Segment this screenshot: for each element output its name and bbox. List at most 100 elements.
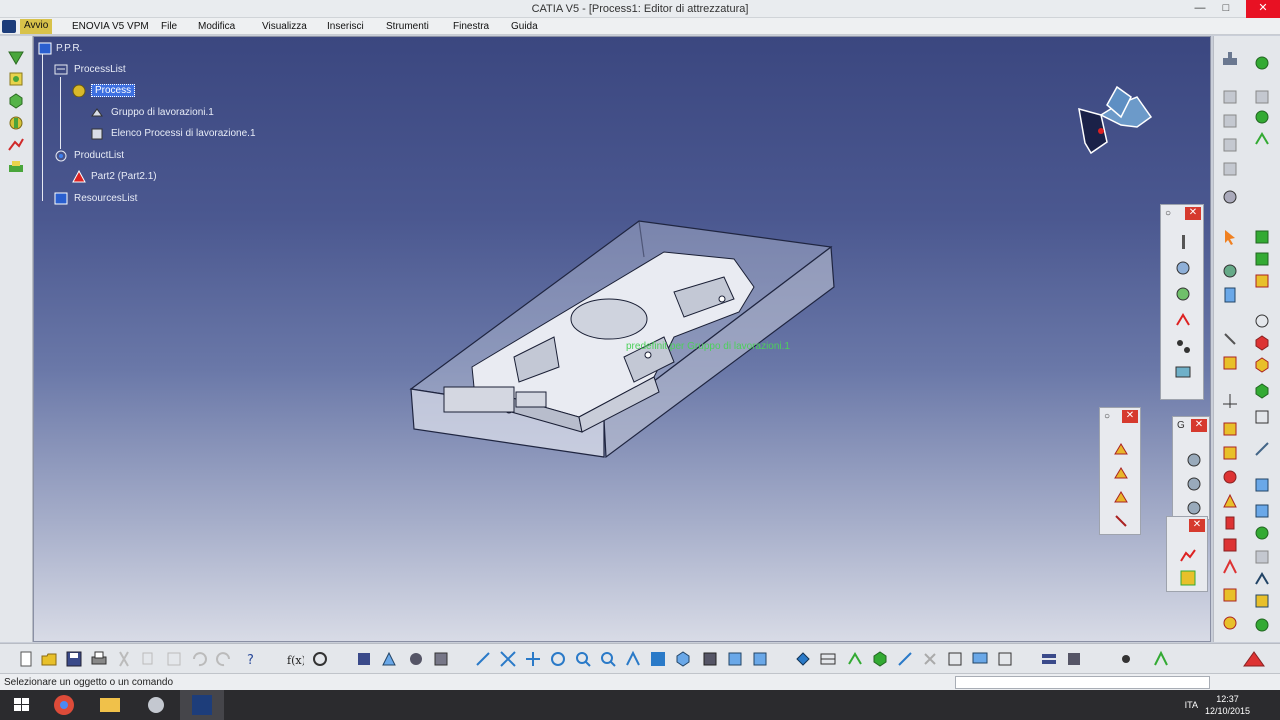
shape-4-icon[interactable] xyxy=(1221,614,1239,632)
redo-icon[interactable] xyxy=(215,650,233,668)
solid-2-icon[interactable] xyxy=(1253,356,1271,374)
shape-3-icon[interactable] xyxy=(1221,586,1239,604)
machine-icon[interactable] xyxy=(7,70,25,88)
toolpath-icon[interactable] xyxy=(7,136,25,154)
tool-path-3-icon[interactable] xyxy=(1253,108,1271,126)
link-icon[interactable] xyxy=(896,650,914,668)
tree-item-process[interactable]: Process xyxy=(91,84,136,97)
3d-viewport[interactable]: P.P.R. ProcessList Process Gruppo di lav… xyxy=(33,36,1211,642)
ppr-icon[interactable] xyxy=(38,42,52,55)
tree-item-resources-list[interactable]: ResourcesList xyxy=(74,193,137,204)
windows-start-icon[interactable] xyxy=(0,690,44,720)
zoom-in-icon[interactable] xyxy=(574,650,592,668)
iso-view-icon[interactable] xyxy=(674,650,692,668)
geometry-2-icon[interactable] xyxy=(1185,475,1203,493)
solid-1-icon[interactable] xyxy=(1253,334,1271,352)
menu-enovia[interactable]: ENOVIA V5 VPM xyxy=(72,21,149,32)
maximize-button[interactable]: □ xyxy=(1214,0,1238,18)
cone-icon[interactable] xyxy=(1221,492,1239,510)
product-list-icon[interactable] xyxy=(54,149,68,162)
tree-item-process-elements[interactable]: Elenco Processi di lavorazione.1 xyxy=(111,128,256,139)
solid-3-icon[interactable] xyxy=(1253,382,1271,400)
process-elements-icon[interactable] xyxy=(90,127,104,140)
delete-icon[interactable] xyxy=(921,650,939,668)
drilling-icon[interactable] xyxy=(1174,233,1192,251)
print-icon[interactable] xyxy=(90,650,108,668)
grid-icon[interactable] xyxy=(1253,272,1271,290)
measure-7-icon[interactable] xyxy=(1253,616,1271,634)
save-icon[interactable] xyxy=(65,650,83,668)
tool-path-4-icon[interactable] xyxy=(1253,130,1271,148)
analysis-2-icon[interactable] xyxy=(1179,569,1197,587)
swap-space-icon[interactable] xyxy=(751,650,769,668)
display-mode-2-icon[interactable] xyxy=(380,650,398,668)
minimize-button[interactable]: — xyxy=(1188,0,1212,18)
output-icon[interactable] xyxy=(846,650,864,668)
surface-1-icon[interactable] xyxy=(1253,228,1271,246)
shape-2-icon[interactable] xyxy=(1221,558,1239,576)
menu-modifica[interactable]: Modifica xyxy=(198,21,235,32)
file-explorer-icon[interactable] xyxy=(88,690,132,720)
toolbar-close-button[interactable]: ✕ xyxy=(1191,419,1207,432)
sphere-icon[interactable] xyxy=(1221,468,1239,486)
screen-icon[interactable] xyxy=(971,650,989,668)
surface-2-icon[interactable] xyxy=(1253,250,1271,268)
multi-view-icon[interactable] xyxy=(649,650,667,668)
material-icon[interactable] xyxy=(871,650,889,668)
sketch-icon[interactable] xyxy=(1253,312,1271,330)
new-file-icon[interactable] xyxy=(17,650,35,668)
toolbar-close-button[interactable]: ✕ xyxy=(1189,519,1205,532)
input-language[interactable]: ITA xyxy=(1185,700,1198,710)
simulation-icon[interactable] xyxy=(794,650,812,668)
analysis-1-icon[interactable] xyxy=(1179,547,1197,565)
process-list-icon[interactable] xyxy=(54,63,68,76)
chrome-icon[interactable] xyxy=(42,690,86,720)
catia-task-icon[interactable] xyxy=(180,690,224,720)
box-2-icon[interactable] xyxy=(1221,444,1239,462)
hide-show-icon[interactable] xyxy=(726,650,744,668)
fixture-tool-icon[interactable] xyxy=(1221,354,1239,372)
resources-list-icon[interactable] xyxy=(54,192,68,205)
menu-file[interactable]: File xyxy=(161,21,177,32)
geometry-3-icon[interactable] xyxy=(1185,499,1203,517)
toolbar-close-button[interactable]: ✕ xyxy=(1185,207,1201,220)
system-clock[interactable]: 12:37 12/10/2015 xyxy=(1205,693,1250,717)
fit-all-icon[interactable] xyxy=(499,650,517,668)
close-button[interactable]: ✕ xyxy=(1246,0,1280,18)
tool-icon[interactable] xyxy=(7,114,25,132)
tape-icon[interactable] xyxy=(1152,650,1170,668)
frame-icon[interactable] xyxy=(1253,408,1271,426)
view-4-icon[interactable] xyxy=(1221,160,1239,178)
property-icon[interactable] xyxy=(946,650,964,668)
view-3-icon[interactable] xyxy=(1221,136,1239,154)
app-icon[interactable] xyxy=(134,690,178,720)
help-icon[interactable]: ? xyxy=(244,650,262,668)
menu-guida[interactable]: Guida xyxy=(511,21,538,32)
normal-view-icon[interactable] xyxy=(624,650,642,668)
machining-group-icon[interactable] xyxy=(90,106,104,119)
analyze-icon[interactable] xyxy=(1221,188,1239,206)
auxiliary-op-1-icon[interactable] xyxy=(1112,440,1130,458)
open-file-icon[interactable] xyxy=(40,650,58,668)
measure-1-icon[interactable] xyxy=(1253,476,1271,494)
tree-item-ppr[interactable]: P.P.R. xyxy=(56,43,82,54)
shading-icon[interactable] xyxy=(701,650,719,668)
measure-6-icon[interactable] xyxy=(1253,592,1271,610)
toolbar-close-button[interactable]: ✕ xyxy=(1122,410,1138,423)
cylinder-icon[interactable] xyxy=(1221,514,1239,532)
measure-3-icon[interactable] xyxy=(1253,524,1271,542)
stock-icon[interactable] xyxy=(7,92,25,110)
menu-inserisci[interactable]: Inserisci xyxy=(327,21,364,32)
profile-contouring-icon[interactable] xyxy=(1174,285,1192,303)
measure-5-icon[interactable] xyxy=(1253,570,1271,588)
part-icon[interactable] xyxy=(72,170,86,183)
compare-icon[interactable] xyxy=(1040,650,1058,668)
copy-icon[interactable] xyxy=(140,650,158,668)
shape-1-icon[interactable] xyxy=(1221,536,1239,554)
pocketing-icon[interactable] xyxy=(1174,259,1192,277)
process-icon[interactable] xyxy=(72,84,86,97)
tree-item-product-list[interactable]: ProductList xyxy=(74,150,124,161)
merge-icon[interactable] xyxy=(1065,650,1083,668)
catalog-icon[interactable] xyxy=(1221,262,1239,280)
paste-icon[interactable] xyxy=(165,650,183,668)
